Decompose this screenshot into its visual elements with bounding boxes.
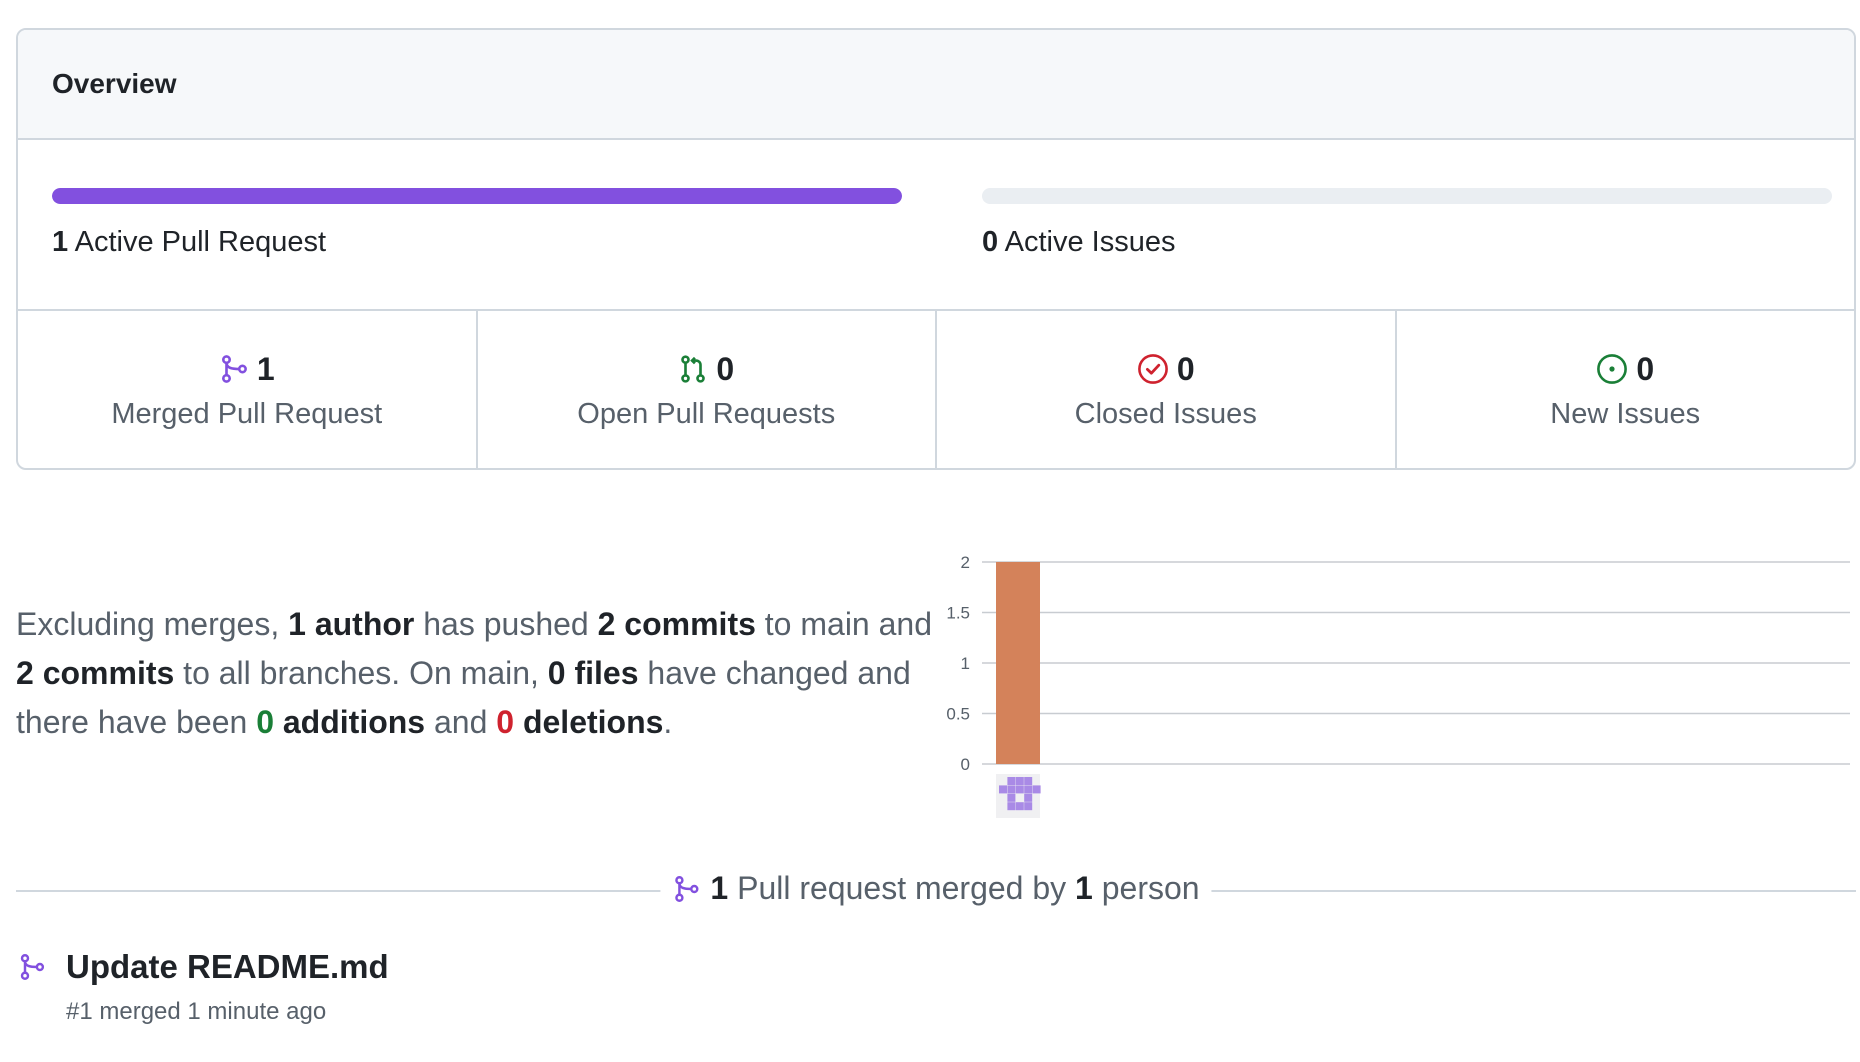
overview-panel: Overview 1 Active Pull Request 0 Active … bbox=[16, 28, 1856, 470]
new-issues-count: 0 bbox=[1636, 350, 1655, 387]
summary-additions-label: additions bbox=[273, 704, 426, 740]
open-pull-requests-count: 0 bbox=[716, 350, 735, 387]
summary-text: to main and bbox=[755, 606, 932, 642]
author-avatar[interactable] bbox=[996, 774, 1041, 818]
git-merge-icon bbox=[672, 874, 700, 904]
list-item: Update README.md #1 merged 1 minute ago bbox=[18, 948, 389, 1026]
summary-text: has pushed bbox=[414, 606, 598, 642]
chart-y-tick-label: 0.5 bbox=[946, 705, 970, 724]
chart-y-tick-label: 1 bbox=[961, 654, 970, 673]
summary-text: and bbox=[425, 704, 497, 740]
stat-merged-pull-requests[interactable]: 1 Merged Pull Request bbox=[18, 311, 478, 468]
git-merge-icon bbox=[219, 353, 249, 385]
closed-issues-count: 0 bbox=[1176, 350, 1195, 387]
summary-files: 0 files bbox=[547, 655, 639, 691]
issue-closed-icon bbox=[1137, 353, 1169, 385]
summary-text: to all branches. On main, bbox=[174, 655, 548, 691]
summary-text: Excluding merges, bbox=[16, 606, 289, 642]
issue-opened-icon bbox=[1596, 353, 1628, 385]
overview-stats: 1 Merged Pull Request 0 Open Pull Reques… bbox=[18, 311, 1855, 468]
commits-by-author-chart: 2 1.5 1 0.5 0 bbox=[946, 553, 1850, 818]
merged-text: person bbox=[1092, 870, 1200, 906]
open-pull-requests-label: Open Pull Requests bbox=[577, 397, 836, 430]
merged-pull-requests-divider: 1 Pull request merged by 1 person bbox=[16, 870, 1856, 910]
active-issues-label: Active Issues bbox=[1004, 226, 1176, 258]
active-pull-requests-caption[interactable]: 1 Active Pull Request bbox=[52, 226, 902, 259]
issue-activity[interactable]: 0 Active Issues bbox=[982, 188, 1832, 259]
new-issues-label: New Issues bbox=[1550, 397, 1701, 430]
chart-y-tick-label: 2 bbox=[961, 553, 970, 572]
summary-commits-main: 2 commits bbox=[597, 606, 756, 642]
merged-pull-requests-label: Merged Pull Request bbox=[111, 397, 383, 430]
merged-count: 1 bbox=[710, 870, 729, 906]
merged-pull-requests-count: 1 bbox=[256, 350, 275, 387]
active-issues-count: 0 bbox=[982, 226, 999, 258]
closed-issues-label: Closed Issues bbox=[1074, 397, 1257, 430]
pull-request-progress-track bbox=[52, 188, 902, 204]
chart-y-tick-label: 1.5 bbox=[946, 604, 970, 623]
stat-open-pull-requests[interactable]: 0 Open Pull Requests bbox=[478, 311, 937, 468]
overview-header: Overview bbox=[18, 30, 1854, 140]
summary-commits-all: 2 commits bbox=[16, 655, 175, 691]
merged-pull-requests-summary: 1 Pull request merged by 1 person bbox=[660, 870, 1212, 907]
chart-bar bbox=[996, 562, 1040, 764]
activity-bars: 1 Active Pull Request 0 Active Issues bbox=[18, 140, 1854, 311]
git-merge-icon bbox=[18, 952, 46, 982]
pull-request-meta: #1 merged 1 minute ago bbox=[66, 998, 327, 1025]
stat-new-issues[interactable]: 0 New Issues bbox=[1397, 311, 1855, 468]
summary-authors: 1 author bbox=[288, 606, 415, 642]
chart-y-tick-label: 0 bbox=[961, 755, 970, 774]
commit-summary: Excluding merges, 1 author has pushed 2 … bbox=[16, 600, 936, 747]
active-pull-requests-label: Active Pull Request bbox=[74, 226, 327, 258]
pull-request-activity[interactable]: 1 Active Pull Request bbox=[52, 188, 902, 259]
summary-deletions-count: 0 bbox=[496, 704, 515, 740]
stat-closed-issues[interactable]: 0 Closed Issues bbox=[937, 311, 1397, 468]
pull-request-progress-fill bbox=[52, 188, 902, 204]
summary-additions-count: 0 bbox=[256, 704, 274, 740]
git-pull-request-icon bbox=[678, 353, 708, 385]
active-issues-caption[interactable]: 0 Active Issues bbox=[982, 226, 1832, 259]
pull-request-title-link[interactable]: Update README.md bbox=[66, 948, 389, 986]
summary-deletions-label: deletions bbox=[514, 704, 664, 740]
issue-progress-track bbox=[982, 188, 1832, 204]
summary-text: . bbox=[663, 704, 673, 740]
merged-text: Pull request merged by bbox=[728, 870, 1076, 906]
merged-people-count: 1 bbox=[1075, 870, 1093, 906]
active-pull-requests-count: 1 bbox=[52, 226, 69, 258]
overview-title: Overview bbox=[52, 68, 177, 99]
